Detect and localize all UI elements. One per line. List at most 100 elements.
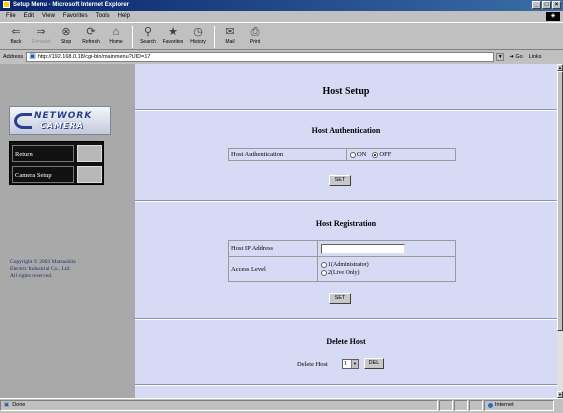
sidebar-nav: Return Camera Setup <box>9 141 104 185</box>
search-label: Search <box>140 39 156 45</box>
scroll-up-icon[interactable]: ▲ <box>557 64 563 71</box>
host-ip-input[interactable] <box>321 243 405 254</box>
access-live-only-option[interactable]: 2(Live Only) <box>321 269 360 277</box>
search-icon: ⚲ <box>143 26 153 38</box>
ie-app-icon <box>3 0 10 8</box>
back-button[interactable]: ⇐ Back <box>5 23 27 51</box>
mail-label: Mail <box>225 39 235 45</box>
access-live-only-radio[interactable] <box>321 269 327 276</box>
logo-line-2: CAMERA <box>40 121 84 130</box>
toolbar-separator <box>214 26 215 48</box>
network-camera-logo: NETWORK CAMERA <box>9 106 111 135</box>
window-title: Setup Menu - Microsoft Internet Explorer <box>13 2 130 8</box>
links-button[interactable]: Links <box>529 51 542 63</box>
nav-item-return-label: Return <box>12 145 74 162</box>
print-label: Print <box>249 39 261 45</box>
delete-host-label: Delete Host <box>297 361 328 368</box>
access-level-label: Access Level <box>229 257 318 281</box>
status-cell <box>439 400 453 411</box>
address-label: Address <box>3 54 24 60</box>
go-button[interactable]: ➜ Go <box>509 51 522 63</box>
auth-set-button[interactable]: SET <box>329 175 351 186</box>
page-title: Host Setup <box>322 86 370 97</box>
nav-item-return-button[interactable] <box>77 145 102 162</box>
auth-off-label: OFF <box>379 151 392 158</box>
stop-icon: ⊗ <box>61 26 71 38</box>
auth-on-option[interactable]: ON <box>350 151 366 158</box>
mail-button[interactable]: ✉ Mail <box>219 23 241 51</box>
host-ip-cell <box>318 241 455 256</box>
nav-item-camera-setup-button[interactable] <box>77 166 102 183</box>
go-label: Go <box>515 54 523 60</box>
page-viewport: NETWORK CAMERA Return Camera Setup Copyr… <box>0 64 557 398</box>
security-zone: Internet <box>484 400 554 411</box>
menu-tools[interactable]: Tools <box>96 11 110 21</box>
auth-off-option[interactable]: OFF <box>372 151 391 158</box>
toolbar: ⇐ Back ⇒ Forward ⊗ Stop ⟳ Refresh ⌂ Home… <box>0 22 563 50</box>
back-label: Back <box>10 39 22 45</box>
scroll-thumb[interactable] <box>557 71 563 331</box>
menu-favorites[interactable]: Favorites <box>63 11 88 21</box>
auth-off-radio[interactable] <box>372 151 379 158</box>
maximize-button[interactable]: □ <box>542 1 551 9</box>
status-text: Done <box>12 402 26 408</box>
status-cell <box>454 400 468 411</box>
scroll-down-icon[interactable]: ▼ <box>557 391 563 398</box>
window-title-bar: Setup Menu - Microsoft Internet Explorer… <box>0 0 563 11</box>
host-authentication-row: Host Authentication ON OFF <box>229 149 455 160</box>
address-bar: Address ▣ http://192.168.0.18/cgi-bin/ma… <box>0 51 563 63</box>
toolbar-separator <box>132 26 133 48</box>
address-dropdown-button[interactable]: ▼ <box>496 53 505 61</box>
home-label: Home <box>109 39 123 45</box>
delete-host-selected: 1 <box>344 361 347 367</box>
search-button[interactable]: ⚲ Search <box>137 23 159 51</box>
delete-host-button[interactable]: DEL <box>364 358 384 369</box>
access-level-row: Access Level 1(Administrator) 2(Live Onl… <box>229 257 455 281</box>
menu-help[interactable]: Help <box>118 11 130 21</box>
nav-item-camera-setup[interactable]: Camera Setup <box>12 165 103 184</box>
window-controls: _ □ × <box>532 1 561 9</box>
divider <box>135 109 557 111</box>
mail-icon: ✉ <box>225 26 235 38</box>
history-icon: ◷ <box>193 26 203 38</box>
zone-label: Internet <box>495 402 514 408</box>
access-administrator-option[interactable]: 1(Administrator) <box>321 261 369 269</box>
delete-host-select[interactable]: 1 ▼ <box>342 359 359 369</box>
menu-bar: File Edit View Favorites Tools Help <box>0 11 563 21</box>
divider <box>135 200 557 202</box>
address-input[interactable]: ▣ http://192.168.0.18/cgi-bin/mainmenu?U… <box>26 52 495 62</box>
auth-on-radio[interactable] <box>350 151 356 158</box>
print-button[interactable]: ⎙ Print <box>244 23 266 51</box>
menu-view[interactable]: View <box>42 11 55 21</box>
favorites-icon: ★ <box>168 26 178 38</box>
favorites-button[interactable]: ★ Favorites <box>162 23 184 51</box>
copyright-line-1: Copyright © 2003 Matsushita <box>10 259 76 265</box>
access-administrator-label: 1(Administrator) <box>328 262 369 268</box>
host-authentication-heading: Host Authentication <box>311 126 381 135</box>
auth-on-label: ON <box>357 151 367 158</box>
menu-edit[interactable]: Edit <box>24 11 34 21</box>
stop-label: Stop <box>60 39 72 45</box>
divider <box>135 384 557 386</box>
stop-button[interactable]: ⊗ Stop <box>55 23 77 51</box>
vertical-scrollbar[interactable]: ▲ ▼ <box>557 64 563 398</box>
chevron-down-icon: ▼ <box>351 360 358 368</box>
minimize-button[interactable]: _ <box>532 1 541 9</box>
access-live-only-label: 2(Live Only) <box>328 270 360 276</box>
forward-button[interactable]: ⇒ Forward <box>30 23 52 51</box>
host-registration-heading: Host Registration <box>315 219 377 228</box>
address-url: http://192.168.0.18/cgi-bin/mainmenu?UID… <box>37 54 151 60</box>
history-button[interactable]: ◷ History <box>187 23 209 51</box>
close-button[interactable]: × <box>552 1 561 9</box>
back-arrow-icon: ⇐ <box>11 26 21 38</box>
nav-item-return[interactable]: Return <box>12 144 103 163</box>
menu-file[interactable]: File <box>6 11 16 21</box>
host-registration-table: Host IP Address Access Level 1(Administr… <box>228 240 456 282</box>
registration-set-button[interactable]: SET <box>329 293 351 304</box>
access-administrator-radio[interactable] <box>321 261 327 268</box>
copyright-line-3: All rights reserved. <box>10 273 53 279</box>
home-button[interactable]: ⌂ Home <box>105 23 127 51</box>
status-bar: ▣ Done Internet <box>0 398 563 413</box>
refresh-icon: ⟳ <box>86 26 96 38</box>
refresh-button[interactable]: ⟳ Refresh <box>80 23 102 51</box>
